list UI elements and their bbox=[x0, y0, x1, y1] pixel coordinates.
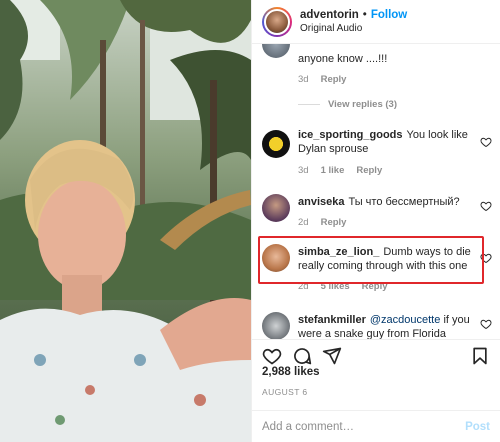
author-username[interactable]: adventorin bbox=[300, 9, 359, 21]
author-avatar[interactable] bbox=[262, 6, 292, 37]
comment-text: ice_sporting_goods You look like Dylan sp… bbox=[298, 128, 474, 156]
comment-username[interactable]: stefankmiller bbox=[298, 314, 366, 326]
heart-icon[interactable] bbox=[480, 252, 492, 264]
commenter-avatar[interactable] bbox=[262, 130, 290, 158]
comment-text: simba_ze_lion_ Dumb ways to die really co… bbox=[298, 245, 474, 273]
post-header: adventorin • Follow Original Audio bbox=[252, 0, 500, 44]
comment-username[interactable]: simba_ze_lion_ bbox=[298, 246, 379, 258]
comment-text: anviseka Ты что бессмертный? bbox=[298, 195, 474, 209]
follow-button[interactable]: Follow bbox=[371, 9, 407, 21]
author-line: adventorin • Follow bbox=[300, 9, 407, 21]
commenter-avatar[interactable] bbox=[262, 194, 290, 222]
heart-icon[interactable] bbox=[480, 318, 492, 330]
bookmark-icon[interactable] bbox=[470, 346, 490, 366]
post-side-panel: adventorin • Follow Original Audio anyon… bbox=[251, 0, 500, 442]
paper-plane-icon[interactable] bbox=[322, 346, 342, 366]
view-replies-line bbox=[298, 104, 320, 105]
likes-count[interactable]: 2,988 likes bbox=[262, 366, 320, 378]
heart-icon[interactable] bbox=[480, 200, 492, 212]
post-comment-button[interactable]: Post bbox=[465, 421, 490, 433]
comment-meta: 3d 1 like Reply bbox=[298, 165, 382, 176]
view-replies-label: View replies (3) bbox=[328, 99, 397, 110]
comment-meta: 2d Reply bbox=[298, 217, 346, 228]
comment-username[interactable]: ice_sporting_goods bbox=[298, 129, 403, 141]
post-video[interactable] bbox=[0, 0, 251, 442]
author-avatar-image bbox=[264, 8, 290, 35]
audio-label[interactable]: Original Audio bbox=[300, 23, 407, 34]
comments-list[interactable]: anyone know ....!!! 3d Reply View replie… bbox=[252, 44, 500, 339]
reply-button[interactable]: Reply bbox=[362, 281, 388, 292]
comment-username[interactable]: anviseka bbox=[298, 196, 344, 208]
heart-icon[interactable] bbox=[262, 346, 282, 366]
comment-time: 2d bbox=[298, 217, 309, 228]
post-viewer: adventorin • Follow Original Audio anyon… bbox=[0, 0, 500, 442]
video-frame-illustration bbox=[0, 0, 251, 442]
comment-icon[interactable] bbox=[292, 346, 312, 366]
comment-text: anyone know ....!!! bbox=[298, 53, 388, 65]
view-replies-button[interactable]: View replies (3) bbox=[298, 99, 397, 110]
heart-icon[interactable] bbox=[480, 136, 492, 148]
comment-likes[interactable]: 1 like bbox=[321, 165, 345, 176]
comment-likes[interactable]: 5 likes bbox=[321, 281, 350, 292]
comment-content: Ты что бессмертный? bbox=[348, 196, 460, 208]
reply-button[interactable]: Reply bbox=[321, 217, 347, 228]
add-comment-input[interactable] bbox=[262, 420, 466, 433]
comment-meta: 3d Reply bbox=[298, 74, 346, 85]
comment-time: 3d bbox=[298, 165, 309, 176]
comment-mention[interactable]: @zacdoucette bbox=[370, 314, 441, 326]
comment-meta: 2d 5 likes Reply bbox=[298, 281, 388, 292]
commenter-avatar[interactable] bbox=[262, 312, 290, 339]
comment-time: 3d bbox=[298, 74, 309, 85]
comment-text: stefankmiller @zacdoucette if you were a … bbox=[298, 313, 474, 339]
commenter-avatar[interactable] bbox=[262, 244, 290, 272]
add-comment-row: Post bbox=[252, 410, 500, 442]
commenter-avatar[interactable] bbox=[262, 44, 290, 58]
author-info: adventorin • Follow Original Audio bbox=[300, 9, 407, 34]
separator-dot: • bbox=[362, 9, 367, 21]
reply-button[interactable]: Reply bbox=[356, 165, 382, 176]
post-date: AUGUST 6 bbox=[262, 387, 308, 397]
post-actions-bar bbox=[252, 339, 500, 369]
reply-button[interactable]: Reply bbox=[321, 74, 347, 85]
comment-time: 2d bbox=[298, 281, 309, 292]
